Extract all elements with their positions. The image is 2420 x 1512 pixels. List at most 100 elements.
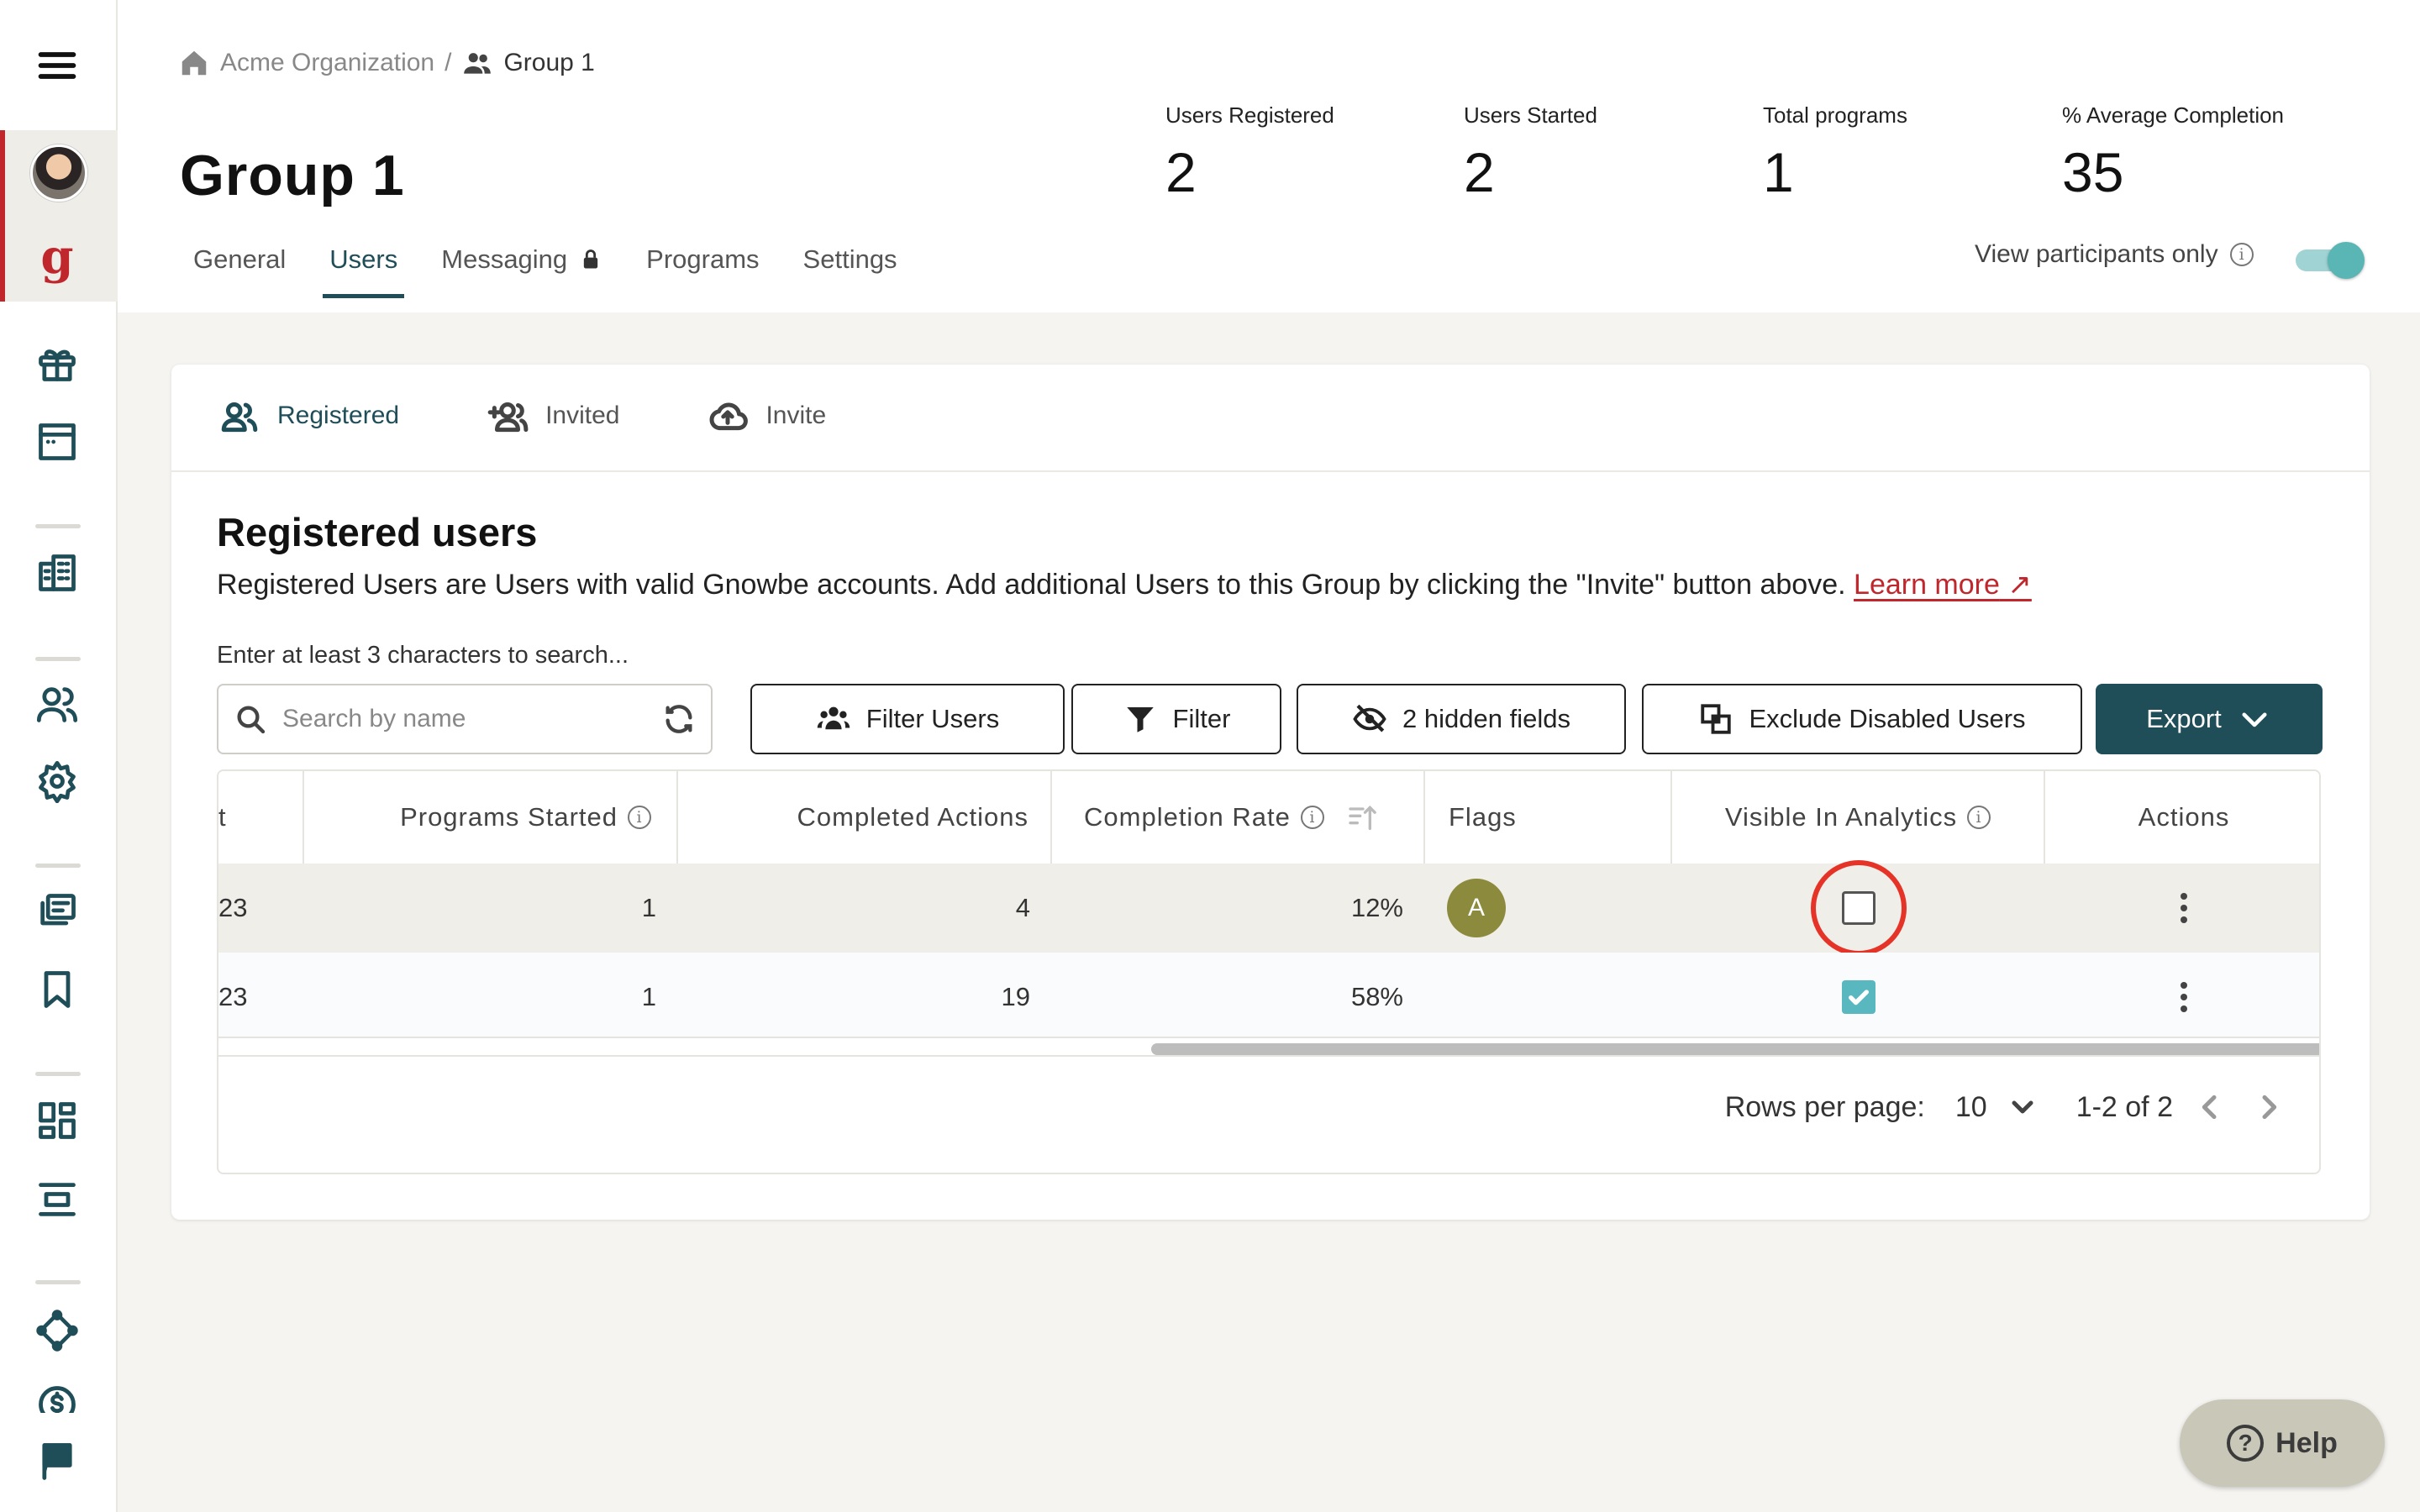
pagination-range: 1-2 of 2	[2075, 1090, 2173, 1123]
settings-gear-icon[interactable]	[34, 758, 81, 805]
calendar-icon[interactable]	[34, 418, 81, 465]
search-icon	[237, 706, 266, 734]
column-header-label: Completion Rate	[1084, 802, 1291, 832]
table-row[interactable]: 23 1 19 58%	[218, 953, 2319, 1042]
flag-badge[interactable]: A	[1447, 879, 1506, 937]
table-row[interactable]: 23 1 4 12% A	[218, 860, 2319, 956]
cell-completion-rate: 58%	[1350, 982, 1403, 1011]
cell-completion-rate: 12%	[1350, 893, 1403, 922]
column-header-actions: Actions	[2045, 771, 2319, 864]
home-icon[interactable]	[178, 47, 210, 79]
next-page-icon[interactable]	[2252, 1090, 2286, 1124]
rail-divider	[35, 524, 81, 528]
subtab-invited[interactable]: Invited	[487, 395, 619, 437]
view-participants-toggle[interactable]	[2296, 242, 2365, 279]
integrations-icon[interactable]	[34, 1307, 81, 1354]
subtab-invite[interactable]: Invite	[707, 395, 826, 437]
info-icon[interactable]: i	[1300, 806, 1324, 829]
subtab-registered[interactable]: Registered	[218, 395, 399, 437]
rows-per-page-label: Rows per page:	[1724, 1090, 1925, 1123]
invited-users-icon	[487, 402, 529, 433]
stat-users-started: Users Started 2	[1464, 102, 1597, 204]
highlight-ring	[1811, 860, 1907, 956]
rail-divider	[35, 1280, 81, 1284]
exclude-disabled-users-button[interactable]: Exclude Disabled Users	[1642, 684, 2082, 754]
subtab-invited-label: Invited	[545, 402, 620, 429]
layout-icon[interactable]	[34, 1176, 81, 1223]
users-icon[interactable]	[34, 680, 81, 727]
export-dropdown-button[interactable]: Export	[2096, 684, 2323, 754]
column-header-programs-started[interactable]: Programs Started i	[304, 771, 678, 864]
search-box	[217, 684, 713, 754]
column-header-visible-in-analytics[interactable]: Visible In Analytics i	[1672, 771, 2045, 864]
cell-flags	[1447, 953, 1665, 1042]
previous-page-icon[interactable]	[2193, 1090, 2227, 1124]
tab-messaging[interactable]: Messaging	[434, 239, 609, 298]
cell-flags: A	[1447, 864, 1665, 953]
info-icon[interactable]: i	[628, 806, 651, 829]
stat-value: 2	[1464, 141, 1495, 203]
description-text: Registered Users are Users with valid Gn…	[217, 569, 1846, 601]
breadcrumb-current: Group 1	[503, 49, 595, 76]
flag-icon[interactable]	[34, 1438, 81, 1485]
users-group-icon	[817, 706, 850, 730]
sort-icon[interactable]	[1346, 801, 1380, 834]
help-label: Help	[2275, 1426, 2338, 1459]
checkmark-icon	[1849, 990, 1869, 1005]
active-indicator	[0, 130, 5, 302]
refresh-icon[interactable]	[662, 702, 696, 736]
gift-icon[interactable]	[34, 339, 81, 386]
breadcrumb-org-link[interactable]: Acme Organization	[220, 49, 434, 77]
group-header: Acme Organization / Group 1 Group 1 Gene…	[118, 0, 2420, 312]
filter-users-button[interactable]: Filter Users	[750, 684, 1065, 754]
chevron-down-icon[interactable]	[2006, 1090, 2039, 1124]
group-tabs: General Users Messaging Programs Setting…	[187, 239, 934, 298]
tab-general[interactable]: General	[187, 239, 292, 298]
tab-settings[interactable]: Settings	[797, 239, 904, 298]
row-actions-menu-icon[interactable]	[2181, 893, 2187, 923]
organization-icon[interactable]	[34, 549, 81, 596]
cell-programs-started: 1	[641, 893, 656, 922]
horizontal-scrollbar[interactable]	[218, 1037, 2319, 1055]
stat-label: Users Started	[1464, 102, 1597, 128]
column-header-flags[interactable]: Flags	[1425, 771, 1672, 864]
info-icon[interactable]: i	[2229, 243, 2254, 266]
column-header-label: Programs Started	[400, 802, 618, 832]
section-description: Registered Users are Users with valid Gn…	[217, 568, 2032, 601]
library-icon[interactable]	[34, 889, 81, 936]
stat-value: 35	[2062, 141, 2124, 203]
stat-value: 1	[1763, 141, 1794, 203]
help-question-icon: ?	[2227, 1425, 2265, 1462]
info-icon[interactable]: i	[1967, 806, 1991, 829]
table-header: t Programs Started i Completed Actions C…	[218, 771, 2319, 864]
dashboard-grid-icon[interactable]	[34, 1097, 81, 1144]
rows-per-page-select[interactable]: 10	[1955, 1091, 1987, 1124]
column-header-truncated[interactable]: t	[218, 771, 304, 864]
row-actions-menu-icon[interactable]	[2181, 982, 2187, 1012]
billing-dollar-icon[interactable]	[34, 1383, 81, 1413]
search-input[interactable]	[282, 705, 647, 733]
tab-programs[interactable]: Programs	[639, 239, 765, 298]
gnowbe-logo-icon[interactable]: g	[34, 232, 81, 282]
tab-users[interactable]: Users	[323, 239, 405, 298]
help-button[interactable]: ? Help	[2180, 1399, 2385, 1487]
column-header-label: Flags	[1449, 802, 1517, 832]
bookmark-icon[interactable]	[34, 966, 81, 1013]
cell-completed-actions: 19	[1001, 982, 1030, 1011]
column-header-completed-actions[interactable]: Completed Actions	[678, 771, 1052, 864]
hidden-fields-button[interactable]: 2 hidden fields	[1297, 684, 1626, 754]
filter-button[interactable]: Filter	[1071, 684, 1281, 754]
stat-label: Total programs	[1763, 102, 1907, 128]
scrollbar-thumb[interactable]	[1151, 1043, 2319, 1055]
learn-more-link[interactable]: Learn more ↗	[1854, 569, 2032, 601]
export-label: Export	[2146, 704, 2222, 733]
visible-in-analytics-checkbox[interactable]	[1842, 980, 1876, 1014]
card-divider	[171, 470, 2370, 472]
hamburger-menu-icon[interactable]	[34, 42, 81, 89]
column-header-label: t	[218, 802, 227, 832]
rail-divider	[35, 1072, 81, 1076]
column-header-completion-rate[interactable]: Completion Rate i	[1052, 771, 1425, 864]
cell-actions	[2045, 864, 2319, 953]
user-avatar[interactable]	[30, 144, 87, 202]
exclude-icon	[1701, 704, 1732, 734]
